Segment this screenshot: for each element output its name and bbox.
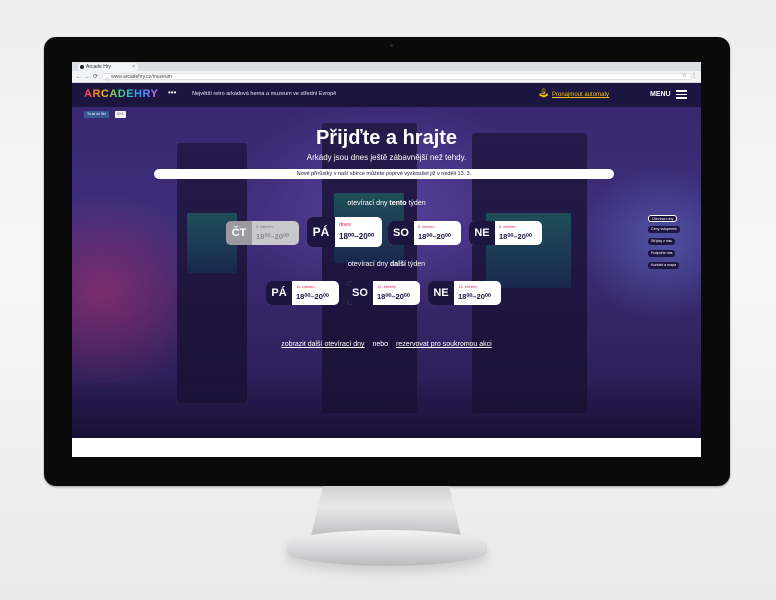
site-tagline: Největší retro arkádová herna a muzeum v… <box>192 91 337 97</box>
next-week-label: otevírací dny další týden <box>347 261 426 268</box>
page-title: Přijďte a hrajte <box>315 127 458 149</box>
gplus-button[interactable]: G+1 <box>115 111 126 118</box>
browser-tab-title: Arcade Hry <box>86 64 112 70</box>
bookmark-star-icon[interactable]: ☆ <box>682 72 687 79</box>
monitor-stand-neck <box>311 486 461 536</box>
page-subtitle: Arkády jsou dnes ještě zábavnější než te… <box>306 153 467 162</box>
back-icon[interactable]: ← <box>76 72 82 82</box>
day-card-today[interactable]: PÁ dnes 18⁰⁰–20⁰⁰ <box>307 217 382 247</box>
browser-tab[interactable]: Arcade Hry × <box>78 63 138 71</box>
day-card-saturday[interactable]: SO 5. březen 18⁰⁰–20⁰⁰ <box>388 221 461 245</box>
day-card-sunday[interactable]: NE 6. březen 18⁰⁰–20⁰⁰ <box>469 221 542 245</box>
browser-menu-icon[interactable]: ⋮ <box>691 72 697 79</box>
webcam <box>390 44 393 47</box>
address-bar-url: www.arcadehry.cz/muzeum <box>111 74 172 80</box>
day-card-next-saturday[interactable]: SO 12. březen 18⁰⁰–20⁰⁰ <box>347 281 420 305</box>
side-nav-opening-days[interactable]: Otevírací dny <box>648 215 678 222</box>
hamburger-menu-icon[interactable] <box>676 90 687 99</box>
browser-tab-bar: Arcade Hry × <box>72 62 701 71</box>
menu-label[interactable]: MENU <box>650 91 671 98</box>
facebook-like-button[interactable]: To se mi líbí <box>84 111 109 118</box>
joystick-icon: 🕹 <box>538 88 550 98</box>
notice-banner: Nové přírůstky v naší sbírce můžete popr… <box>154 169 614 179</box>
rent-machines-link[interactable]: Pronajmout automaty <box>552 92 609 98</box>
favicon-icon <box>80 65 84 69</box>
day-card-thursday[interactable]: ČT 3. březen 18⁰⁰–20⁰⁰ <box>226 221 299 245</box>
web-page: ARCADEHRY ••• Největší retro arkádová he… <box>72 83 701 438</box>
side-nav-support[interactable]: Podpořte nás <box>648 250 676 257</box>
screen: Arcade Hry × ← → ⟳ ⓘ www.arcadehry.cz/mu… <box>72 62 701 457</box>
forward-icon[interactable]: → <box>84 72 90 82</box>
site-logo[interactable]: ARCADEHRY <box>84 88 158 100</box>
side-nav-contact[interactable]: Kontakt a mapa <box>648 262 680 269</box>
day-card-next-friday[interactable]: PÁ 11. březen 18⁰⁰–20⁰⁰ <box>266 281 339 305</box>
side-nav-ticket-prices[interactable]: Ceny vstupenek <box>648 226 680 233</box>
or-text: nebo <box>372 341 389 348</box>
info-icon: ⓘ <box>105 76 109 81</box>
reserve-private-event-link[interactable]: rezervovat pro soukromou akci <box>396 341 492 348</box>
day-card-next-sunday[interactable]: NE 13. březen 18⁰⁰–20⁰⁰ <box>428 281 501 305</box>
more-opening-days-link[interactable]: zobrazit další otevírací dny <box>281 341 364 348</box>
more-dots-icon: ••• <box>168 88 177 97</box>
monitor-stand-base <box>287 530 487 566</box>
side-nav-about[interactable]: Střípky z nás <box>648 238 675 245</box>
this-week-label: otevírací dny tento týden <box>347 200 426 207</box>
address-bar[interactable]: ⓘ www.arcadehry.cz/muzeum <box>102 73 692 81</box>
bottom-links: zobrazit další otevírací dny nebo rezerv… <box>72 341 701 348</box>
reload-icon[interactable]: ⟳ <box>93 72 98 82</box>
close-tab-icon[interactable]: × <box>132 63 135 71</box>
